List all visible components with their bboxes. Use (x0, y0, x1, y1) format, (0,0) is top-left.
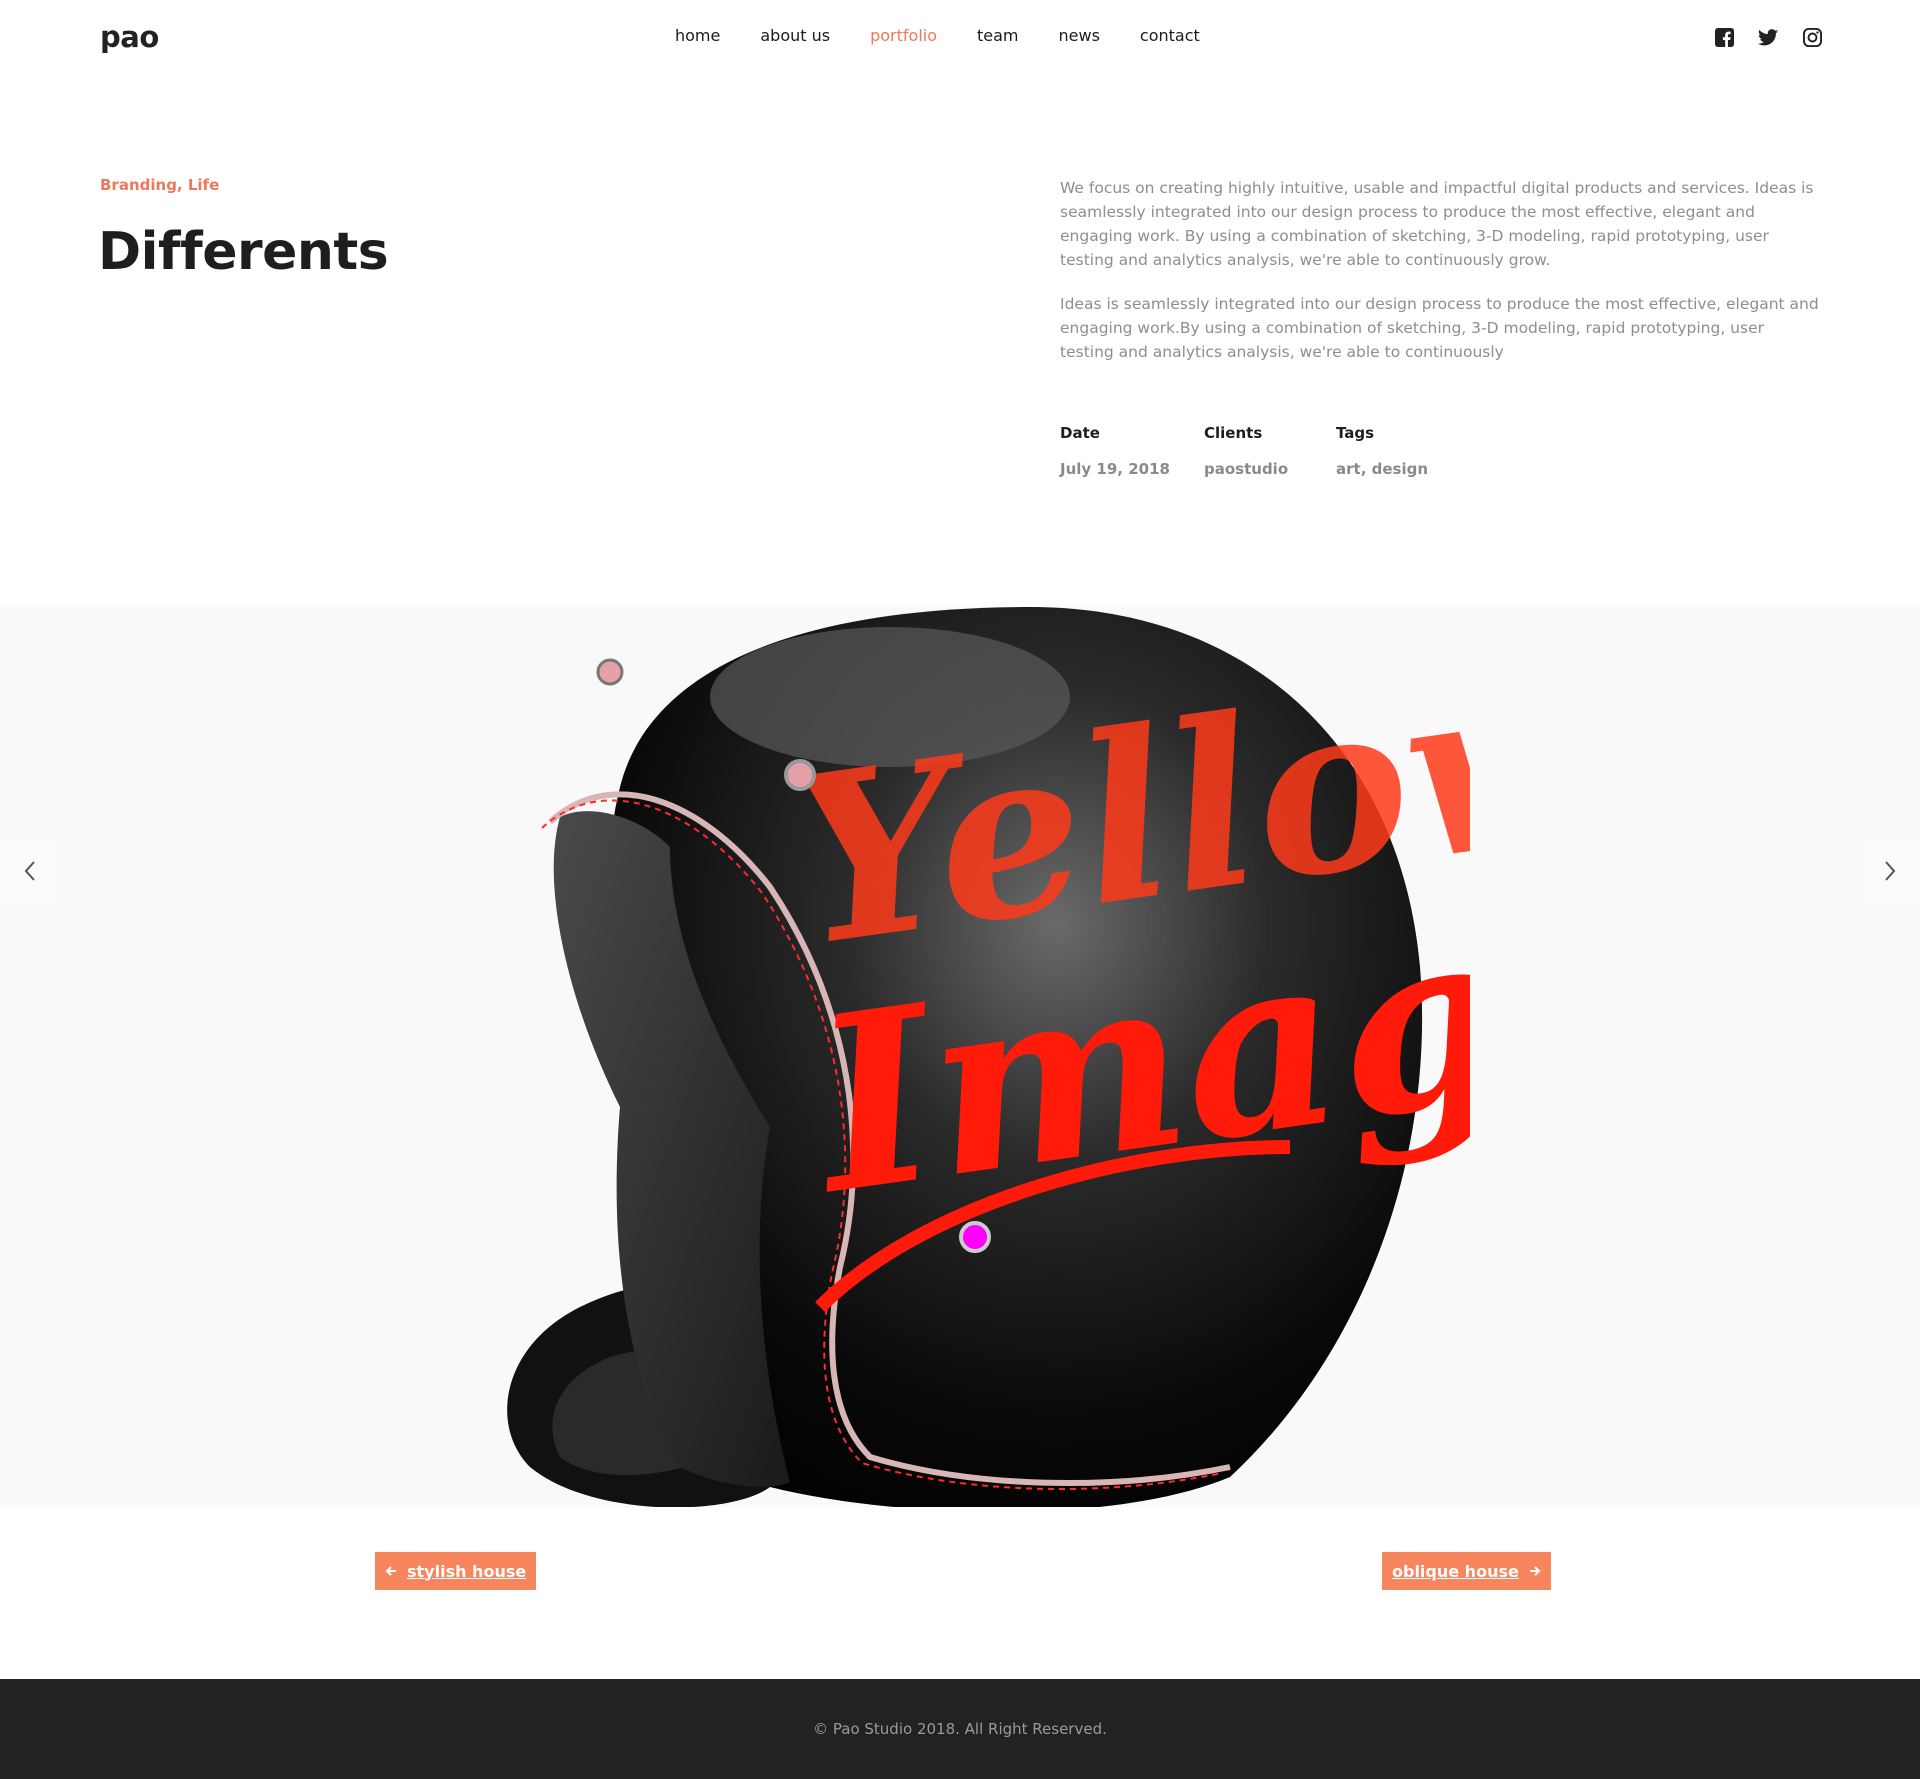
prev-project-button[interactable]: stylish house (375, 1552, 537, 1590)
project-title: Differents (98, 222, 389, 282)
next-project-label: oblique house (1392, 1561, 1519, 1581)
meta-tags-label: Tags (1336, 424, 1375, 442)
project-description-2: Ideas is seamlessly integrated into our … (1060, 295, 1819, 361)
meta-clients: Clients paostudio (1204, 424, 1288, 478)
nav-home[interactable]: home (675, 26, 720, 45)
project-categories[interactable]: Branding, Life (100, 176, 219, 194)
meta-date-label: Date (1060, 424, 1100, 442)
nav-news[interactable]: news (1059, 26, 1100, 45)
main-nav: home about us portfolio team news contac… (675, 26, 1240, 45)
chevron-right-icon (1885, 861, 1896, 881)
slider-prev-button[interactable] (0, 839, 60, 903)
nav-portfolio[interactable]: portfolio (870, 26, 937, 45)
social-links (1713, 26, 1823, 48)
twitter-icon[interactable] (1757, 26, 1779, 48)
project-image-slider[interactable]: Yellow Image (0, 607, 1920, 1507)
next-project-button[interactable]: oblique house (1382, 1552, 1551, 1590)
meta-clients-label: Clients (1204, 424, 1263, 442)
chevron-left-icon (24, 861, 35, 881)
meta-tags-value[interactable]: art, design (1336, 460, 1428, 478)
slider-next-button[interactable] (1860, 839, 1920, 903)
meta-date: Date July 19, 2018 (1060, 424, 1170, 478)
nav-about-us[interactable]: about us (760, 26, 830, 45)
nav-team[interactable]: team (977, 26, 1019, 45)
meta-date-value: July 19, 2018 (1060, 460, 1170, 478)
meta-tags: Tags art, design (1336, 424, 1428, 478)
prev-project-label: stylish house (407, 1561, 527, 1581)
site-logo[interactable]: pao (100, 20, 159, 54)
copyright-text: © Pao Studio 2018. All Right Reserved. (813, 1720, 1107, 1738)
facebook-icon[interactable] (1713, 26, 1735, 48)
helmet-image: Yellow Image (507, 607, 1470, 1507)
arrow-right-icon (1529, 1566, 1541, 1576)
meta-clients-value: paostudio (1204, 460, 1289, 478)
nav-contact[interactable]: contact (1140, 26, 1200, 45)
project-description-1: We focus on creating highly intuitive, u… (1060, 179, 1814, 269)
site-header: pao home about us portfolio team news co… (0, 0, 1920, 80)
instagram-icon[interactable] (1801, 26, 1823, 48)
site-footer: © Pao Studio 2018. All Right Reserved. (0, 1679, 1920, 1779)
arrow-left-icon (385, 1566, 396, 1576)
